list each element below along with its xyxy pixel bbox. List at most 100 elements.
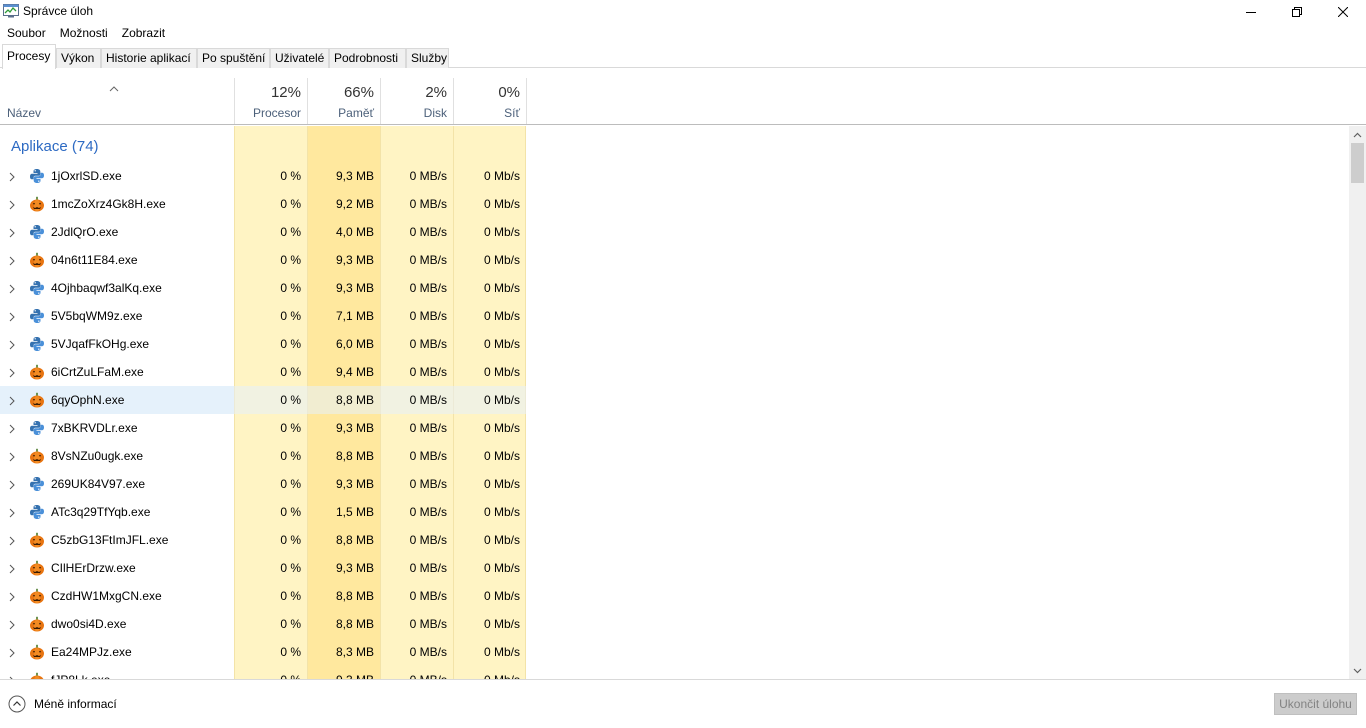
process-name-cell[interactable]: ATc3q29TfYqb.exe: [0, 498, 234, 526]
chevron-right-icon[interactable]: [9, 563, 15, 574]
chevron-right-icon[interactable]: [9, 367, 15, 378]
table-row[interactable]: 7xBKRVDLr.exe 0 % 9,3 MB 0 MB/s 0 Mb/s: [0, 414, 526, 442]
table-row[interactable]: 6iCrtZuLFaM.exe 0 % 9,4 MB 0 MB/s 0 Mb/s: [0, 358, 526, 386]
menu-file[interactable]: Soubor: [0, 24, 53, 42]
table-row[interactable]: 5V5bqWM9z.exe 0 % 7,1 MB 0 MB/s 0 Mb/s: [0, 302, 526, 330]
table-row[interactable]: 8VsNZu0ugk.exe 0 % 8,8 MB 0 MB/s 0 Mb/s: [0, 442, 526, 470]
process-name-cell[interactable]: dwo0si4D.exe: [0, 610, 234, 638]
process-name-cell[interactable]: C5zbG13FtImJFL.exe: [0, 526, 234, 554]
process-name-cell[interactable]: 5VJqafFkOHg.exe: [0, 330, 234, 358]
chevron-right-icon[interactable]: [9, 227, 15, 238]
end-task-button[interactable]: Ukončit úlohu: [1274, 693, 1357, 715]
column-cpu[interactable]: 12% Procesor: [234, 78, 307, 124]
process-cpu-value: 0 %: [280, 253, 301, 267]
chevron-right-icon[interactable]: [9, 171, 15, 182]
chevron-right-icon[interactable]: [9, 535, 15, 546]
pumpkin-icon: [29, 616, 45, 632]
process-name-cell[interactable]: 5V5bqWM9z.exe: [0, 302, 234, 330]
vertical-scrollbar[interactable]: [1349, 126, 1366, 679]
process-name-cell[interactable]: CzdHW1MxgCN.exe: [0, 582, 234, 610]
tab-performance[interactable]: Výkon: [56, 48, 101, 68]
process-cpu-value: 0 %: [280, 477, 301, 491]
chevron-right-icon[interactable]: [9, 479, 15, 490]
column-name[interactable]: Název: [7, 106, 41, 120]
task-manager-window: Správce úloh Soubor Možnosti Zobrazit Pr…: [0, 0, 1366, 728]
chevron-right-icon[interactable]: [9, 619, 15, 630]
process-name-cell[interactable]: 4Ojhbaqwf3alKq.exe: [0, 274, 234, 302]
chevron-right-icon[interactable]: [9, 591, 15, 602]
scroll-down-icon[interactable]: [1349, 662, 1366, 679]
pumpkin-icon: [29, 560, 45, 576]
process-name: 5VJqafFkOHg.exe: [51, 337, 150, 351]
table-row[interactable]: ATc3q29TfYqb.exe 0 % 1,5 MB 0 MB/s 0 Mb/s: [0, 498, 526, 526]
close-button[interactable]: [1320, 0, 1366, 24]
tab-services[interactable]: Služby: [406, 48, 449, 68]
process-cpu-value: 0 %: [280, 617, 301, 631]
process-name-cell[interactable]: 6iCrtZuLFaM.exe: [0, 358, 234, 386]
table-row[interactable]: 5VJqafFkOHg.exe 0 % 6,0 MB 0 MB/s 0 Mb/s: [0, 330, 526, 358]
process-disk-value: 0 MB/s: [409, 281, 447, 295]
table-row[interactable]: 269UK84V97.exe 0 % 9,3 MB 0 MB/s 0 Mb/s: [0, 470, 526, 498]
chevron-right-icon[interactable]: [9, 451, 15, 462]
tab-app-history[interactable]: Historie aplikací: [101, 48, 197, 68]
table-row[interactable]: C5zbG13FtImJFL.exe 0 % 8,8 MB 0 MB/s 0 Mb/s: [0, 526, 526, 554]
table-row[interactable]: dwo0si4D.exe 0 % 8,8 MB 0 MB/s 0 Mb/s: [0, 610, 526, 638]
table-row[interactable]: 2JdlQrO.exe 0 % 4,0 MB 0 MB/s 0 Mb/s: [0, 218, 526, 246]
process-memory-value: 9,3 MB: [335, 253, 374, 267]
scrollbar-thumb[interactable]: [1351, 143, 1364, 183]
tab-details[interactable]: Podrobnosti: [329, 48, 406, 68]
scroll-up-icon[interactable]: [1349, 126, 1366, 143]
process-cpu-value: 0 %: [280, 309, 301, 323]
chevron-right-icon[interactable]: [9, 311, 15, 322]
menu-options[interactable]: Možnosti: [53, 24, 115, 42]
column-memory[interactable]: 66% Paměť: [307, 78, 380, 124]
process-name-cell[interactable]: 269UK84V97.exe: [0, 470, 234, 498]
table-row[interactable]: 1jOxrlSD.exe 0 % 9,3 MB 0 MB/s 0 Mb/s: [0, 162, 526, 190]
tab-startup[interactable]: Po spuštění: [197, 48, 270, 68]
process-name-cell[interactable]: 1jOxrlSD.exe: [0, 162, 234, 190]
process-name-cell[interactable]: 7xBKRVDLr.exe: [0, 414, 234, 442]
disk-label: Disk: [423, 106, 447, 120]
chevron-right-icon[interactable]: [9, 647, 15, 658]
table-row[interactable]: CIlHErDrzw.exe 0 % 9,3 MB 0 MB/s 0 Mb/s: [0, 554, 526, 582]
column-disk[interactable]: 2% Disk: [380, 78, 453, 124]
table-row[interactable]: 04n6t11E84.exe 0 % 9,3 MB 0 MB/s 0 Mb/s: [0, 246, 526, 274]
pumpkin-icon: [29, 644, 45, 660]
process-name-cell[interactable]: 6qyOphN.exe: [0, 386, 234, 414]
chevron-right-icon[interactable]: [9, 395, 15, 406]
process-name-cell[interactable]: fJP8Lk.exe: [0, 666, 234, 679]
table-row[interactable]: CzdHW1MxgCN.exe 0 % 8,8 MB 0 MB/s 0 Mb/s: [0, 582, 526, 610]
chevron-right-icon[interactable]: [9, 199, 15, 210]
chevron-right-icon[interactable]: [9, 423, 15, 434]
table-row[interactable]: 6qyOphN.exe 0 % 8,8 MB 0 MB/s 0 Mb/s: [0, 386, 526, 414]
process-name-cell[interactable]: CIlHErDrzw.exe: [0, 554, 234, 582]
column-network[interactable]: 0% Síť: [453, 78, 526, 124]
python-icon: [29, 168, 45, 184]
menu-view[interactable]: Zobrazit: [115, 24, 172, 42]
table-row[interactable]: Ea24MPJz.exe 0 % 8,3 MB 0 MB/s 0 Mb/s: [0, 638, 526, 666]
minimize-button[interactable]: [1228, 0, 1274, 24]
process-name-cell[interactable]: Ea24MPJz.exe: [0, 638, 234, 666]
restore-button[interactable]: [1274, 0, 1320, 24]
fewer-details-link[interactable]: Méně informací: [34, 697, 117, 711]
process-disk-value: 0 MB/s: [409, 365, 447, 379]
process-name-cell[interactable]: 04n6t11E84.exe: [0, 246, 234, 274]
process-network-value: 0 Mb/s: [483, 421, 520, 435]
process-name-cell[interactable]: 1mcZoXrz4Gk8H.exe: [0, 190, 234, 218]
process-name-cell[interactable]: 8VsNZu0ugk.exe: [0, 442, 234, 470]
process-name-cell[interactable]: 2JdlQrO.exe: [0, 218, 234, 246]
collapse-circle-icon[interactable]: [8, 695, 26, 713]
chevron-right-icon[interactable]: [9, 507, 15, 518]
process-network-value: 0 Mb/s: [453, 386, 526, 414]
pumpkin-icon: [29, 448, 45, 464]
tab-processes[interactable]: Procesy: [2, 44, 56, 69]
table-row[interactable]: fJP8Lk.exe0 %9,3 MB0 MB/s0 Mb/s: [0, 666, 526, 679]
pumpkin-icon: [29, 672, 45, 679]
table-row[interactable]: 1mcZoXrz4Gk8H.exe 0 % 9,2 MB 0 MB/s 0 Mb/s: [0, 190, 526, 218]
chevron-right-icon[interactable]: [9, 255, 15, 266]
tab-users[interactable]: Uživatelé: [270, 48, 329, 68]
table-row[interactable]: 4Ojhbaqwf3alKq.exe 0 % 9,3 MB 0 MB/s 0 Mb/s: [0, 274, 526, 302]
chevron-right-icon[interactable]: [9, 339, 15, 350]
chevron-right-icon[interactable]: [9, 283, 15, 294]
tab-bar: Procesy Výkon Historie aplikací Po spušt…: [0, 43, 1366, 69]
